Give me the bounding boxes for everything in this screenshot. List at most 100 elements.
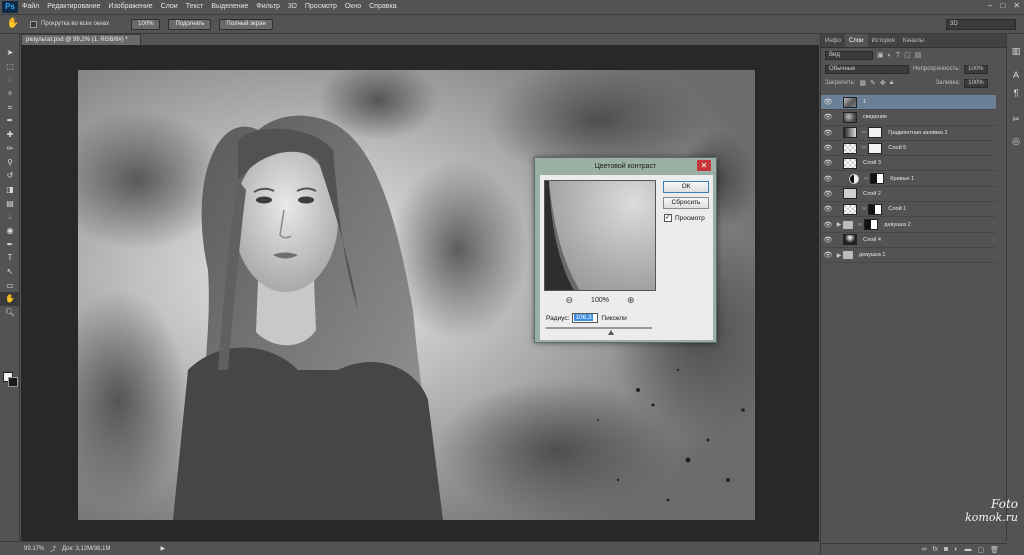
status-menu-arrow-icon[interactable]: ▶ — [160, 545, 165, 552]
zoom-out-icon[interactable]: ⊖ — [566, 295, 574, 306]
lasso-tool-icon[interactable]: ◌ — [0, 73, 20, 87]
link-icon[interactable]: ∞ — [922, 546, 927, 553]
hand-tool-icon[interactable]: ✋ — [0, 292, 20, 307]
zoom-in-icon[interactable]: ⊕ — [627, 295, 635, 306]
menu-item[interactable]: Редактирование — [43, 0, 104, 14]
layer-thumbnail[interactable] — [843, 142, 857, 154]
visibility-eye-icon[interactable]: 👁︎ — [821, 175, 835, 183]
crop-tool-icon[interactable]: ⌗ — [0, 101, 20, 115]
zoom-100-button[interactable]: 100% — [131, 18, 161, 30]
scroll-all-windows-checkbox[interactable] — [30, 20, 37, 28]
expand-arrow-icon[interactable]: ▶ — [835, 252, 843, 259]
dialog-title-bar[interactable]: Цветовой контраст ✕ — [535, 158, 716, 174]
histogram-icon[interactable]: ▥ — [1007, 42, 1024, 60]
zoom-tool-icon[interactable]: 🔍︎ — [0, 306, 20, 320]
filter-type-icon[interactable]: T — [896, 52, 900, 59]
fill-screen-button[interactable]: Полный экран — [219, 18, 273, 30]
pen-tool-icon[interactable]: ✒ — [0, 238, 20, 252]
document-tab[interactable]: результат.psd @ 99,2% (1, RGB/8#) * — [21, 34, 141, 45]
layer-mask-thumbnail[interactable] — [870, 173, 885, 185]
tab-3[interactable]: Каналы — [899, 34, 928, 47]
menu-item[interactable]: Выделение — [207, 0, 252, 14]
lock-position-icon[interactable]: ✥ — [880, 79, 886, 87]
tab-1[interactable]: Слои — [844, 34, 868, 47]
preview-checkbox[interactable]: ✓ Просмотр — [664, 214, 705, 222]
tab-0[interactable]: Инфо — [821, 34, 845, 47]
menu-item[interactable]: 3D — [284, 0, 301, 14]
paragraph-icon[interactable]: ¶ — [1007, 84, 1024, 102]
filter-smart-icon[interactable]: ▤ — [915, 51, 922, 59]
layer-row[interactable]: 👁︎ 1 — [821, 95, 996, 111]
menu-item[interactable]: Справка — [365, 0, 400, 14]
tab-2[interactable]: История — [868, 34, 899, 47]
layer-thumbnail[interactable] — [843, 234, 857, 246]
visibility-eye-icon[interactable]: 👁︎ — [821, 205, 835, 213]
hand-tool-icon[interactable]: ✋ — [6, 17, 20, 31]
marquee-tool-icon[interactable]: ⬚ — [0, 60, 20, 74]
layer-thumbnail[interactable] — [843, 127, 857, 139]
export-icon[interactable]: ⤴ — [50, 544, 56, 553]
gradient-tool-icon[interactable]: ▤ — [0, 197, 20, 211]
blur-tool-icon[interactable]: 💧︎ — [0, 210, 20, 224]
maximize-button[interactable]: □ — [1000, 1, 1005, 10]
zoom-level[interactable]: 99.17% — [24, 546, 50, 552]
filter-preview[interactable] — [544, 180, 656, 291]
filter-shape-icon[interactable]: ▢ — [904, 51, 911, 59]
lock-pixels-icon[interactable]: ✎ — [870, 79, 876, 87]
menu-item[interactable]: Текст — [182, 0, 208, 14]
layer-row[interactable]: 👁︎ ▶ девушка 1 — [821, 248, 996, 264]
link-icon[interactable]: ∞ — [864, 176, 868, 182]
layer-kind-filter[interactable]: Вид — [825, 50, 873, 60]
3d-icon[interactable]: ◎ — [1007, 132, 1024, 150]
brush-tool-icon[interactable]: ✏ — [0, 142, 20, 156]
blend-mode-select[interactable]: Обычные — [825, 64, 909, 74]
layer-thumbnail[interactable] — [843, 96, 857, 108]
visibility-eye-icon[interactable]: 👁︎ — [821, 98, 835, 106]
eyedropper-tool-icon[interactable]: ✒ — [0, 114, 20, 128]
tool-presets-icon[interactable]: ✂ — [1007, 110, 1024, 128]
fit-screen-button[interactable]: Подогнать — [168, 18, 212, 30]
preview-checkbox-box[interactable]: ✓ — [664, 214, 672, 222]
shape-tool-icon[interactable]: ▭ — [0, 279, 20, 293]
expand-arrow-icon[interactable]: ▶ — [835, 221, 843, 228]
layer-thumbnail[interactable] — [843, 188, 857, 200]
close-window-button[interactable]: ✕ — [1013, 1, 1020, 10]
layer-row[interactable]: 👁︎ ▶ ∞ девушка 2 — [821, 217, 996, 233]
background-color[interactable] — [8, 377, 18, 387]
layer-mask-thumbnail[interactable] — [864, 219, 879, 231]
layer-row[interactable]: 👁︎ ∞ Слой 5 — [821, 141, 996, 157]
visibility-eye-icon[interactable]: 👁︎ — [821, 190, 835, 198]
link-icon[interactable]: ∞ — [862, 130, 866, 136]
quick-select-tool-icon[interactable]: ✧ — [0, 87, 20, 101]
fill-field[interactable]: 100% — [964, 78, 989, 88]
visibility-eye-icon[interactable]: 👁︎ — [821, 251, 835, 259]
path-select-tool-icon[interactable]: ↖ — [0, 265, 20, 279]
layer-mask-thumbnail[interactable] — [868, 127, 883, 139]
visibility-eye-icon[interactable]: 👁︎ — [821, 129, 835, 137]
ok-button[interactable]: ОК — [663, 181, 709, 193]
menu-item[interactable]: Изображение — [105, 0, 157, 14]
layer-row[interactable]: 👁︎ Слой 4 — [821, 233, 996, 248]
dialog-close-button[interactable]: ✕ — [697, 160, 711, 171]
visibility-eye-icon[interactable]: 👁︎ — [821, 113, 835, 121]
character-icon[interactable]: A — [1007, 66, 1024, 84]
visibility-eye-icon[interactable]: 👁︎ — [821, 221, 835, 229]
lock-all-icon[interactable]: 🔒︎ — [890, 79, 894, 87]
fx-icon[interactable]: fx — [933, 546, 938, 553]
layer-row[interactable]: 👁︎ сведение — [821, 110, 996, 126]
history-brush-tool-icon[interactable]: ↺ — [0, 169, 20, 183]
move-tool-icon[interactable]: ➤ — [0, 46, 20, 60]
layer-row[interactable]: 👁︎ ∞ Слой 1 — [821, 202, 996, 218]
layer-thumbnail[interactable] — [843, 111, 857, 123]
radius-input[interactable]: 106,3 — [572, 313, 599, 323]
layer-mask-thumbnail[interactable] — [868, 203, 883, 215]
menu-item[interactable]: Фильтр — [252, 0, 284, 14]
filter-adjustment-icon[interactable]: ◐ — [888, 52, 892, 59]
dodge-tool-icon[interactable]: ◉ — [0, 224, 20, 238]
filter-pixel-icon[interactable]: ▣ — [877, 51, 884, 59]
layer-row[interactable]: 👁︎ ∞ Градиентная заливка 1 — [821, 126, 996, 141]
radius-slider[interactable] — [546, 327, 652, 335]
lock-transparency-icon[interactable]: ▦ — [859, 79, 866, 87]
menu-item[interactable]: Файл — [18, 0, 43, 14]
link-icon[interactable]: ∞ — [858, 222, 862, 228]
